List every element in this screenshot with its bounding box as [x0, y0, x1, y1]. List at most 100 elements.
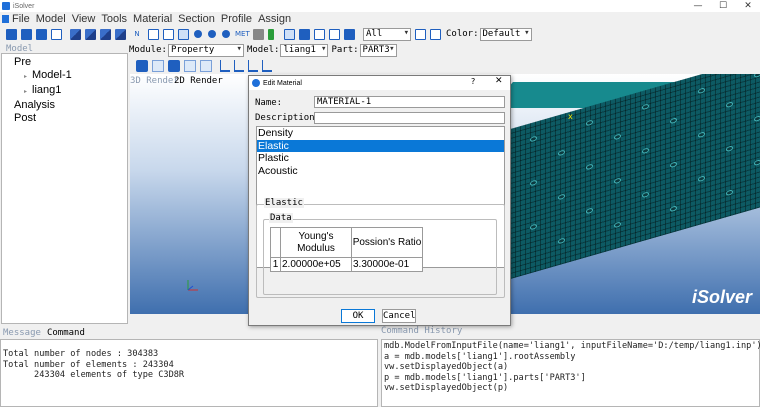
- new-file-icon[interactable]: [6, 28, 17, 40]
- point-icon[interactable]: [222, 30, 230, 38]
- property-item-density[interactable]: Density: [257, 127, 504, 140]
- expand-arrow-icon[interactable]: ▸: [24, 89, 27, 95]
- tab-command[interactable]: Command: [44, 328, 88, 338]
- axis-triad-icon: [187, 280, 198, 291]
- menu-profile[interactable]: Profile: [218, 13, 255, 25]
- mesh-hole: [726, 101, 733, 109]
- module-select[interactable]: Property: [167, 43, 244, 57]
- cube-side-icon[interactable]: [100, 28, 111, 40]
- zoom-box-icon[interactable]: [184, 60, 196, 72]
- cube-top-icon[interactable]: [115, 28, 126, 40]
- menu-section[interactable]: Section: [175, 13, 218, 25]
- elastic-group-title: Elastic: [264, 198, 304, 208]
- dialog-title-bar[interactable]: Edit Material ? ✕: [249, 76, 510, 90]
- menu-model[interactable]: Model: [33, 13, 69, 25]
- part-select[interactable]: PART3: [359, 43, 397, 57]
- close-button[interactable]: ✕: [736, 0, 760, 12]
- axis-x-icon[interactable]: [220, 60, 230, 72]
- maximize-button[interactable]: ☐: [711, 0, 735, 12]
- open-folder-icon[interactable]: [21, 28, 32, 40]
- cube-icon[interactable]: [70, 28, 81, 40]
- tree-node-label: Post: [14, 112, 37, 124]
- message-log[interactable]: Total number of nodes : 304383 Total num…: [0, 339, 378, 407]
- select-box-icon[interactable]: [415, 28, 426, 40]
- normal-icon[interactable]: N: [130, 29, 144, 40]
- building-icon[interactable]: [299, 28, 310, 40]
- help-button[interactable]: ?: [471, 77, 475, 86]
- module-label: Module:: [129, 45, 167, 55]
- tree-node-liang1[interactable]: ▸ liang1: [2, 84, 127, 99]
- main-toolbar: N MET All Color: Default: [0, 25, 760, 43]
- title-bar: iSolver — ☐ ✕: [0, 0, 760, 12]
- tree-node-analysis[interactable]: Analysis: [2, 99, 127, 112]
- menu-tools[interactable]: Tools: [98, 13, 130, 25]
- tab-message[interactable]: Message: [0, 328, 44, 338]
- mesh-hole: [586, 207, 593, 215]
- fit-all-icon[interactable]: [200, 60, 212, 72]
- menu-bar: File Model View Tools Material Section P…: [0, 12, 760, 25]
- property-item-acoustic[interactable]: Acoustic: [257, 165, 504, 178]
- met-icon[interactable]: MET: [235, 29, 250, 40]
- history-line: p = mdb.models['liang1'].parts['PART3']: [384, 372, 586, 383]
- expand-arrow-icon[interactable]: ▸: [24, 74, 27, 80]
- shaded-icon[interactable]: [344, 28, 355, 40]
- tab-2d-render[interactable]: 2D Render: [174, 76, 223, 86]
- material-data-table: Young's Modulus Possion's Ratio 1 2.0000…: [270, 227, 423, 272]
- property-item-elastic[interactable]: Elastic: [257, 139, 504, 152]
- mesh-hole: [642, 191, 649, 199]
- list-view-icon[interactable]: [284, 28, 295, 40]
- cell-poissons-ratio[interactable]: 3.30000e-01: [351, 257, 423, 272]
- log-line: Total number of elements : 243304: [3, 359, 174, 370]
- color-select[interactable]: Default: [479, 27, 532, 41]
- menu-view[interactable]: View: [69, 13, 99, 25]
- property-item-plastic[interactable]: Plastic: [257, 152, 504, 165]
- menu-file[interactable]: File: [9, 13, 33, 25]
- selection-marker: x: [568, 112, 573, 121]
- minimize-button[interactable]: —: [686, 0, 710, 12]
- mesh-settings-icon[interactable]: [253, 28, 264, 40]
- axis-y-icon[interactable]: [234, 60, 244, 72]
- column-header-poissons-ratio: Possion's Ratio: [351, 227, 423, 258]
- module-bar: Module: Property Model: liang1 Part: PAR…: [128, 43, 760, 57]
- dialog-close-button[interactable]: ✕: [495, 76, 503, 86]
- rotate-icon[interactable]: [152, 60, 164, 72]
- save-icon[interactable]: [36, 28, 47, 40]
- cancel-button[interactable]: Cancel: [382, 309, 416, 323]
- menu-assign[interactable]: Assign: [255, 13, 294, 25]
- description-label: Description:: [255, 113, 321, 123]
- iso-view-icon[interactable]: [262, 60, 272, 72]
- mesh-hole: [670, 117, 677, 125]
- model-select[interactable]: liang1: [280, 43, 329, 57]
- command-history-log[interactable]: mdb.ModelFromInputFile(name='liang1', in…: [381, 339, 760, 407]
- pan-down-icon[interactable]: [178, 28, 189, 40]
- mesh-hole: [614, 221, 621, 229]
- sphere-icon[interactable]: [194, 30, 202, 38]
- filter-select[interactable]: All: [363, 27, 411, 41]
- cell-youngs-modulus[interactable]: 2.00000e+05: [280, 257, 352, 272]
- menu-material[interactable]: Material: [130, 13, 175, 25]
- mesh-hole: [530, 135, 537, 143]
- description-input[interactable]: [314, 112, 505, 124]
- hand-pan-icon[interactable]: [136, 60, 148, 72]
- ok-button[interactable]: OK: [341, 309, 375, 323]
- rotate-view-icon[interactable]: [163, 28, 174, 40]
- mesh-hole: [754, 74, 760, 79]
- section-icon[interactable]: [314, 28, 325, 40]
- mesh-hole: [726, 189, 733, 197]
- mesh-hole: [642, 103, 649, 111]
- view-toolbar: [128, 58, 760, 74]
- tree-node-pre[interactable]: Pre: [2, 56, 127, 69]
- wireframe-icon[interactable]: [329, 28, 340, 40]
- cube-front-icon[interactable]: [85, 28, 96, 40]
- axis-z-icon[interactable]: [248, 60, 258, 72]
- marker-icon[interactable]: [268, 28, 274, 40]
- fit-view-icon[interactable]: [148, 28, 159, 40]
- tab-3d-render[interactable]: 3D Render: [130, 76, 179, 86]
- zoom-icon[interactable]: [168, 60, 180, 72]
- tree-node-model-1[interactable]: ▸ Model-1: [2, 69, 127, 84]
- name-input[interactable]: MATERIAL-1: [314, 96, 505, 108]
- tree-node-post[interactable]: Post: [2, 112, 127, 125]
- ellipse-icon[interactable]: [208, 30, 216, 38]
- print-icon[interactable]: [51, 28, 62, 40]
- select-frame-icon[interactable]: [430, 28, 441, 40]
